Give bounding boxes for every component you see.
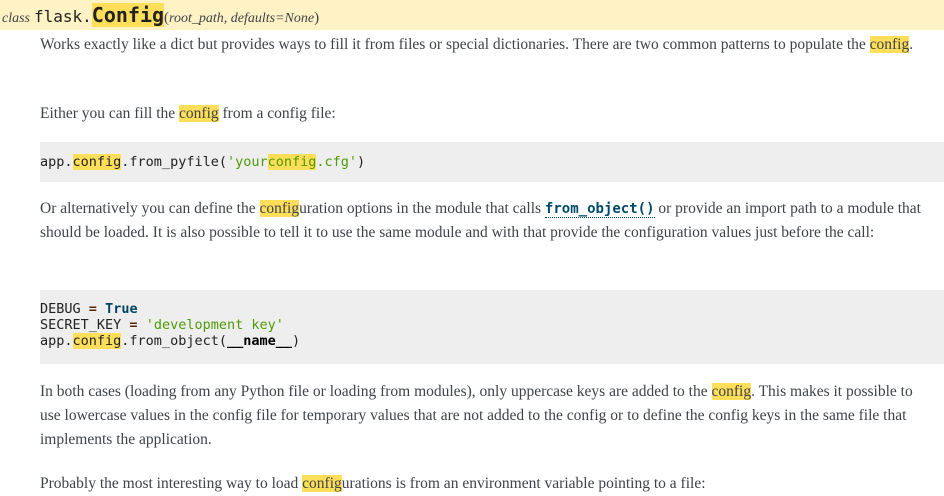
- code-token: ): [292, 333, 301, 349]
- search-highlight: config: [711, 383, 752, 400]
- search-highlight: config: [72, 154, 122, 170]
- code-line: SECRET_KEY = 'development key': [40, 317, 944, 333]
- from-object-link[interactable]: from_object(): [544, 201, 655, 218]
- para-text: Or alternatively you can define the: [40, 200, 260, 217]
- code-token: app.: [40, 333, 73, 349]
- code-token: SECRET_KEY: [40, 317, 130, 333]
- module-name: flask.: [34, 7, 92, 26]
- class-params: root_path, defaults=None: [169, 11, 315, 26]
- search-highlight: config: [259, 200, 300, 217]
- para-text-end: from a config file:: [218, 105, 336, 122]
- search-highlight: config: [869, 36, 910, 53]
- code-builtin: __name__: [226, 333, 292, 349]
- para-text: Either you can fill the: [40, 105, 180, 122]
- code-line: app.config.from_object(__name__): [40, 333, 944, 349]
- intro-text-end: .: [909, 36, 914, 53]
- para-text: uration options in the module that calls: [299, 200, 545, 217]
- from-object-paragraph: Or alternatively you can define the conf…: [40, 197, 935, 245]
- code-string: .cfg': [316, 154, 358, 170]
- config-file-paragraph: Either you can fill the config from a co…: [40, 102, 935, 126]
- code-token: app.: [40, 154, 73, 170]
- code-token: DEBUG: [40, 301, 89, 317]
- class-keyword: class: [2, 11, 30, 26]
- intro-text: Works exactly like a dict but provides w…: [40, 36, 870, 53]
- uppercase-keys-paragraph: In both cases (loading from any Python f…: [40, 380, 935, 452]
- code-operator: =: [129, 317, 138, 333]
- code-token: .from_pyfile(: [121, 154, 227, 170]
- code-line: app.config.from_pyfile('yourconfig.cfg'): [40, 154, 944, 170]
- search-highlight: config: [179, 105, 219, 122]
- code-token: .from_object(: [121, 333, 227, 349]
- code-token: ): [357, 154, 366, 170]
- search-highlight: config: [267, 154, 317, 170]
- code-string: 'your: [226, 154, 268, 170]
- code-operator: =: [88, 301, 97, 317]
- search-highlight: config: [72, 333, 122, 349]
- code-string: 'development key': [145, 317, 284, 333]
- code-line: DEBUG = True: [40, 301, 944, 317]
- class-name: Config: [91, 3, 165, 27]
- code-keyword: True: [105, 301, 138, 317]
- code-block-pyfile: app.config.from_pyfile('yourconfig.cfg'): [40, 142, 944, 182]
- env-var-paragraph: Probably the most interesting way to loa…: [40, 472, 935, 496]
- class-signature: class flask.Config(root_path, defaults=No…: [0, 0, 944, 30]
- intro-paragraph: Works exactly like a dict but provides w…: [40, 33, 935, 57]
- code-block-object: DEBUG = True SECRET_KEY = 'development k…: [40, 290, 944, 364]
- close-paren: ): [314, 10, 320, 26]
- para-text: In both cases (loading from any Python f…: [40, 383, 712, 400]
